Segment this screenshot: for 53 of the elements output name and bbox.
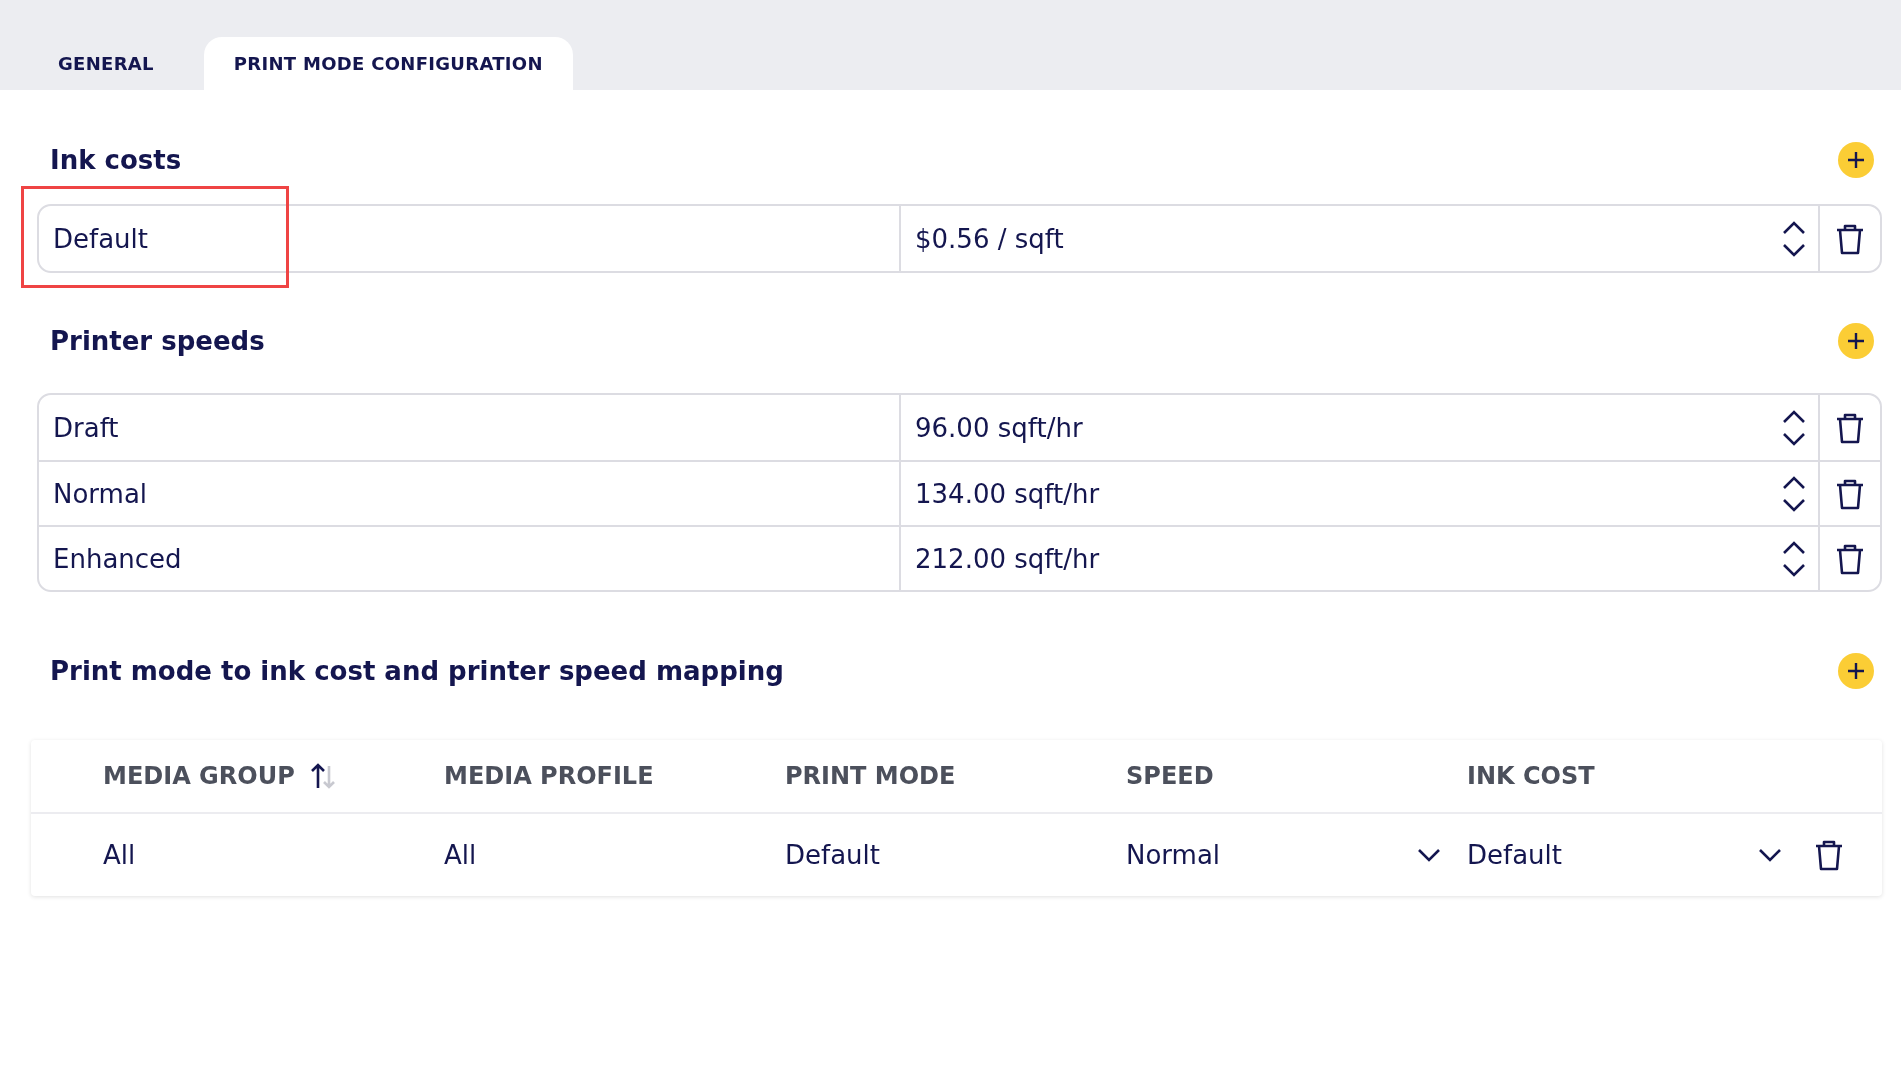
trash-icon [1835,477,1865,510]
name-cell: Normal [39,462,901,525]
table-cell-text: Default [785,840,881,870]
section-title: Printer speeds [50,326,265,356]
delete-button[interactable] [1835,477,1865,510]
table-cell-text: All [103,840,137,870]
chevron-up-icon [1782,409,1806,424]
chevron-down-icon [1782,562,1806,577]
value-field[interactable]: 212.00 sqft/hr [901,527,1820,590]
plus-icon [1846,331,1866,351]
add-button[interactable] [1838,323,1874,359]
column-header[interactable]: MEDIA GROUP [103,761,339,791]
delete-button[interactable] [1835,222,1865,255]
value-field[interactable]: 96.00 sqft/hr [901,395,1820,460]
chevron-up-icon [1782,540,1806,555]
stepper-button[interactable] [1782,475,1806,512]
stepper-button[interactable] [1782,409,1806,446]
add-button[interactable] [1838,653,1874,689]
plus-icon [1846,150,1866,170]
tab[interactable]: PRINT MODE CONFIGURATION [203,37,573,90]
trash-icon [1835,542,1865,575]
stepper-button[interactable] [1782,220,1806,257]
column-header[interactable]: INK COST [1467,762,1595,790]
add-button[interactable] [1838,142,1874,178]
tab[interactable]: GENERAL [28,37,184,90]
name-cell: Default [39,206,901,271]
column-header[interactable]: PRINT MODE [785,762,956,790]
chevron-down-icon [1782,431,1806,446]
speed-dropdown[interactable]: Normal [1126,840,1467,870]
chevron-up-icon [1782,220,1806,235]
ink-cost-dropdown[interactable]: Default [1467,840,1808,870]
trash-icon [1835,222,1865,255]
column-header[interactable]: MEDIA PROFILE [444,762,654,790]
chevron-down-icon [1758,848,1782,862]
trash-icon [1814,839,1844,871]
delete-button[interactable] [1835,542,1865,575]
section-title: Ink costs [50,145,182,175]
chevron-down-icon [1782,242,1806,257]
delete-button[interactable] [1835,411,1865,444]
table-cell-text: All [444,840,478,870]
plus-icon [1846,661,1866,681]
value-field[interactable]: $0.56 / sqft [901,206,1820,271]
name-cell: Draft [39,395,901,460]
chevron-down-icon [1782,497,1806,512]
name-cell: Enhanced [39,527,901,590]
chevron-up-icon [1782,475,1806,490]
stepper-button[interactable] [1782,540,1806,577]
column-header[interactable]: SPEED [1126,762,1214,790]
value-field[interactable]: 134.00 sqft/hr [901,462,1820,525]
delete-button[interactable] [1814,839,1844,871]
section-title: Print mode to ink cost and printer speed mapping [50,656,784,686]
chevron-down-icon [1417,848,1441,862]
trash-icon [1835,411,1865,444]
